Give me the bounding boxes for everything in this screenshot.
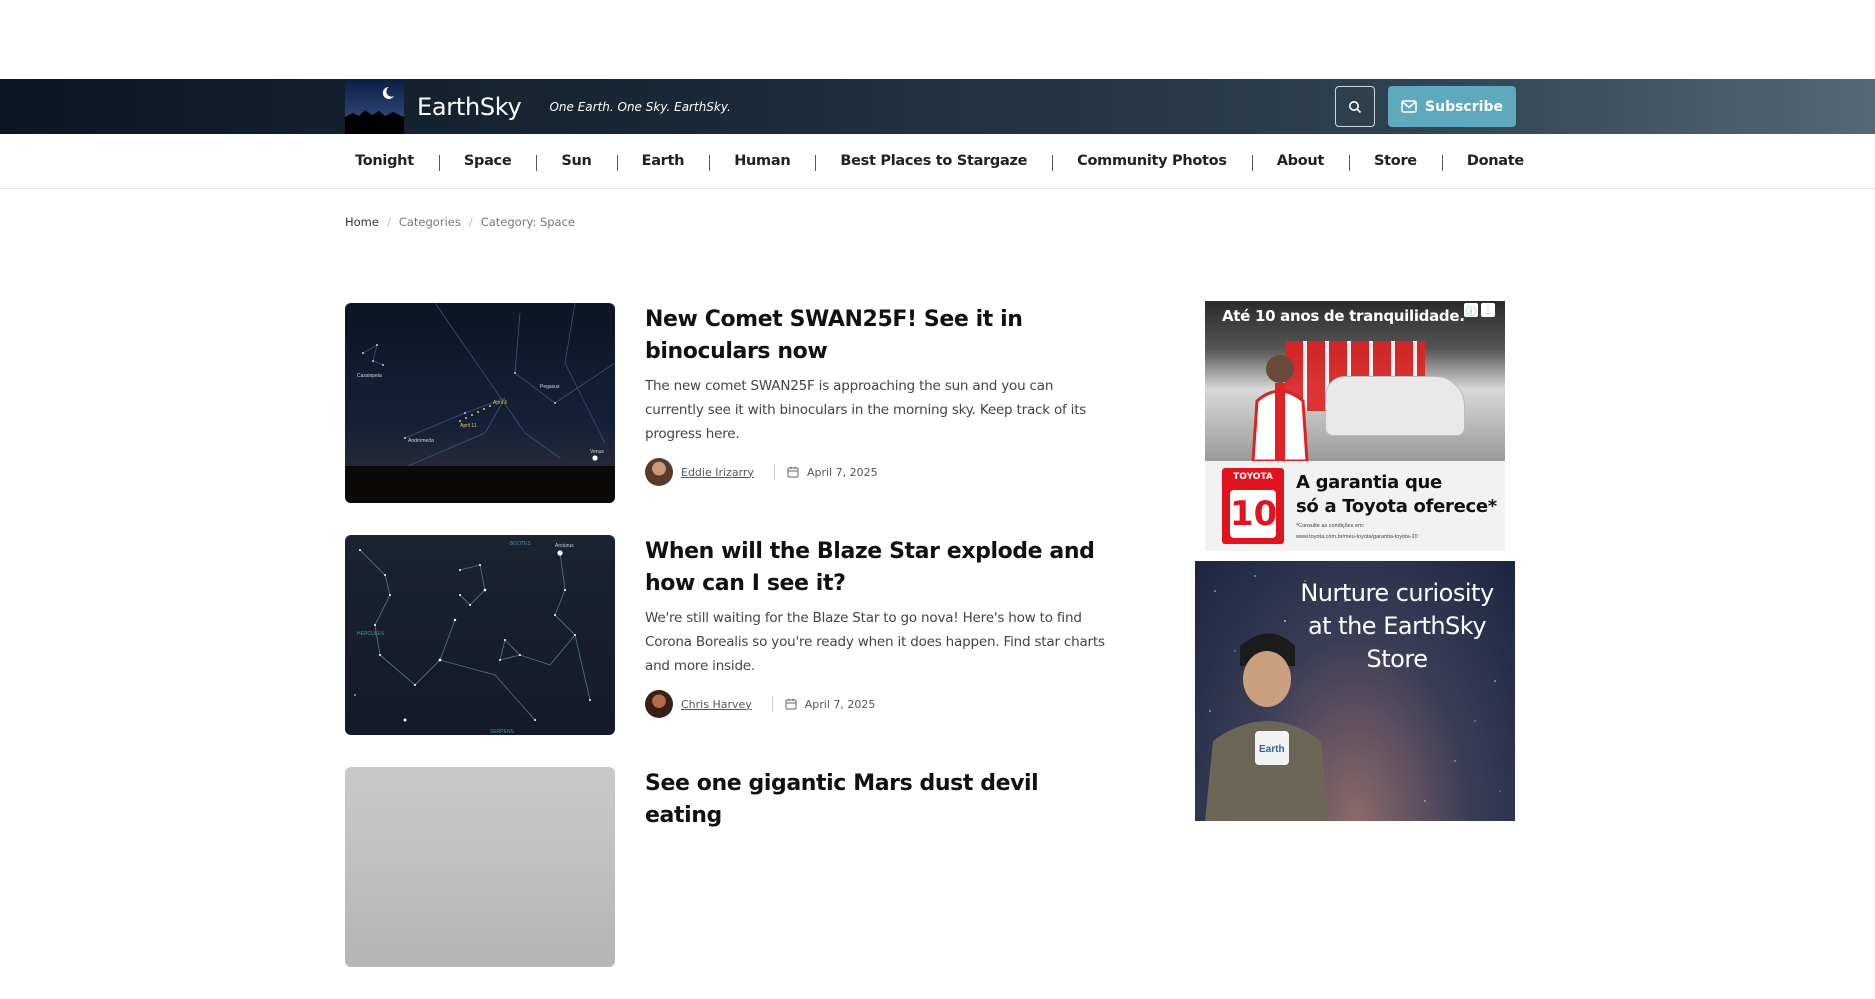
breadcrumb-separator: / (386, 215, 391, 229)
calendar-icon (785, 698, 797, 710)
nav-item-about[interactable]: About (1251, 153, 1349, 171)
nav-item-earth[interactable]: Earth (616, 153, 710, 171)
ad-copy-line1: A garantia que (1296, 472, 1442, 493)
thumb-label-serpens: SERPENS (490, 729, 515, 735)
post-thumbnail[interactable] (345, 767, 615, 967)
toyota-logo: TOYOTA 10 (1222, 468, 1284, 544)
site-name[interactable]: EarthSky (417, 93, 522, 121)
breadcrumb-home[interactable]: Home (345, 215, 379, 229)
post-list: Cassiopeia Pegasus Andromeda April 6 Apr… (345, 303, 1125, 999)
post-date: April 7, 2025 (804, 697, 876, 711)
ad-copy-line2: só a Toyota oferece* (1296, 496, 1497, 517)
store-ad-text: Nurture curiosity at the EarthSky Store (1300, 579, 1494, 673)
post-date: April 7, 2025 (806, 465, 878, 479)
thumb-label-april11: April 11 (460, 423, 477, 429)
ad-info: ⓘ ⋮ (1464, 303, 1495, 318)
nav-item-sun[interactable]: Sun (536, 153, 616, 171)
thumb-label-arcturus: Arcturus (555, 543, 574, 549)
site-tagline: One Earth. One Sky. EarthSky. (549, 99, 731, 114)
meta-divider (773, 464, 775, 480)
thumb-label-pegasus: Pegasus (540, 384, 560, 390)
author-avatar (645, 690, 673, 718)
author-link[interactable]: Chris Harvey (681, 698, 752, 711)
thumb-label-april6: April 6 (493, 400, 507, 406)
ad-car (1325, 376, 1465, 436)
subscribe-label: Subscribe (1425, 98, 1503, 115)
breadcrumb: Home / Categories / Category: Space (345, 215, 575, 229)
ad-headline: Até 10 anos de tranquilidade. (1222, 307, 1465, 325)
comet-sky-chart: Cassiopeia Pegasus Andromeda April 6 Apr… (345, 303, 615, 503)
breadcrumb-categories[interactable]: Categories (399, 215, 461, 229)
nav-item-human[interactable]: Human (709, 153, 815, 171)
main-nav: Tonight Space Sun Earth Human Best Place… (0, 134, 1875, 189)
corona-borealis-star-chart: BOOTES Arcturus HERCULES SERPENS (354, 541, 591, 735)
site-logo[interactable] (345, 79, 404, 134)
store-ad[interactable]: Earth Nurture curiosity at the EarthSky … (1195, 561, 1515, 821)
ad-choices-icon[interactable]: ⓘ (1464, 303, 1478, 318)
ad-menu-icon[interactable]: ⋮ (1481, 303, 1495, 317)
post-excerpt: The new comet SWAN25F is approaching the… (645, 378, 1087, 442)
post-title[interactable]: When will the Blaze Star explode and how… (645, 536, 1115, 600)
toyota-ad[interactable]: Até 10 anos de tranquilidade. ⓘ ⋮ TOYOTA… (1205, 301, 1505, 551)
thumb-label-andromeda: Andromeda (408, 438, 434, 444)
nav-item-space[interactable]: Space (438, 153, 537, 171)
breadcrumb-current: Category: Space (480, 215, 575, 229)
toyota-brand: TOYOTA (1233, 472, 1273, 482)
post-title[interactable]: New Comet SWAN25F! See it in binoculars … (645, 304, 1115, 368)
post-meta: Eddie Irizarry April 7, 2025 (645, 458, 1115, 486)
thumb-label-bootes: BOOTES (510, 541, 532, 547)
thumb-label-venus: Venus (590, 449, 604, 455)
author-avatar (645, 458, 673, 486)
meta-divider (771, 696, 773, 712)
nav-item-best-places[interactable]: Best Places to Stargaze (815, 153, 1052, 171)
post-thumbnail[interactable]: Cassiopeia Pegasus Andromeda April 6 Apr… (345, 303, 615, 503)
nav-item-donate[interactable]: Donate (1441, 153, 1549, 171)
post-title[interactable]: See one gigantic Mars dust devil eating (645, 768, 1115, 832)
subscribe-button[interactable]: Subscribe (1388, 86, 1516, 127)
author-link[interactable]: Eddie Irizarry (681, 466, 754, 479)
nav-item-tonight[interactable]: Tonight (330, 153, 439, 169)
post-item: BOOTES Arcturus HERCULES SERPENS When wi… (345, 535, 1125, 767)
breadcrumb-separator: / (468, 215, 473, 229)
toyota-ten: 10 (1230, 490, 1277, 538)
top-spacer (0, 0, 1875, 79)
sidebar: Até 10 anos de tranquilidade. ⓘ ⋮ TOYOTA… (1195, 301, 1515, 821)
site-header: EarthSky One Earth. One Sky. EarthSky. S… (0, 79, 1875, 134)
ad-image: Até 10 anos de tranquilidade. ⓘ ⋮ (1205, 301, 1505, 461)
ad-person (1251, 355, 1309, 461)
mail-icon (1401, 100, 1417, 113)
calendar-icon (787, 466, 799, 478)
post-meta: Chris Harvey April 7, 2025 (645, 690, 1115, 718)
post-excerpt: We're still waiting for the Blaze Star t… (645, 610, 1105, 674)
post-item: Cassiopeia Pegasus Andromeda April 6 Apr… (345, 303, 1125, 535)
ad-fine-print-1: *Consulte as condições em: (1296, 523, 1365, 529)
thumb-label-cassiopeia: Cassiopeia (357, 373, 382, 379)
post-thumbnail[interactable]: BOOTES Arcturus HERCULES SERPENS (345, 535, 615, 735)
ad-fine-print-2: www.toyota.com.br/meu-toyota/garantia-to… (1296, 534, 1418, 540)
thumb-label-hercules: HERCULES (357, 631, 385, 637)
nav-item-community-photos[interactable]: Community Photos (1052, 153, 1252, 171)
post-item: See one gigantic Mars dust devil eating (345, 767, 1125, 999)
store-mug-label: Earth (1259, 744, 1285, 755)
search-button[interactable] (1335, 86, 1375, 127)
nav-item-store[interactable]: Store (1349, 153, 1442, 171)
search-icon (1349, 100, 1362, 113)
